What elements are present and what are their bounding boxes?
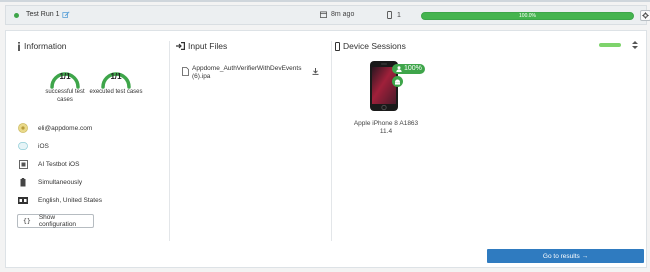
os-text: iOS <box>38 142 49 150</box>
android-badge <box>392 76 403 87</box>
device-label: Apple iPhone 8 A1863 11.4 <box>346 120 426 136</box>
device-sessions-title: Device Sessions <box>335 41 406 51</box>
user-email: eli@appdome.com <box>38 124 93 132</box>
session-status-bar <box>599 43 621 47</box>
progress-label: 100.0% <box>519 13 536 19</box>
testbot-row: AI Testbot iOS <box>18 159 79 169</box>
testbot-icon <box>18 159 28 169</box>
device-os-version: 11.4 <box>379 128 393 135</box>
elapsed-time: 8m ago <box>320 11 354 18</box>
mode-row: Simultaneously <box>18 177 82 187</box>
info-icon <box>18 41 20 51</box>
mode-text: Simultaneously <box>38 178 83 186</box>
user-row: eli@appdome.com <box>18 123 92 133</box>
os-row: iOS <box>18 141 49 151</box>
edit-icon[interactable] <box>62 11 70 19</box>
pass-percentage-badge: 100% <box>392 64 425 74</box>
language-row: English, United States <box>18 195 102 205</box>
elapsed-text: 8m ago <box>331 11 355 18</box>
braces-icon: {} <box>23 217 31 225</box>
device-name: Apple iPhone 8 A1863 <box>353 120 419 127</box>
testbot-text: AI Testbot iOS <box>38 160 80 168</box>
successful-caption: successful test cases <box>45 89 85 103</box>
device-sessions-title-text: Device Sessions <box>343 41 406 51</box>
status-indicator-icon <box>14 13 19 18</box>
successful-value: 1/1 <box>59 72 71 81</box>
pass-percentage-text: 100% <box>404 65 422 72</box>
input-file-name: Appdome_AuthVerifierWithDevEvents (6).ip… <box>192 65 302 80</box>
sort-icon[interactable] <box>632 41 638 49</box>
settings-button[interactable] <box>640 10 650 21</box>
file-icon <box>182 67 189 76</box>
top-border <box>0 0 650 2</box>
test-run-details-panel: Information 1/1 successful test cases 1/… <box>5 30 647 268</box>
mobile-icon <box>335 41 340 51</box>
show-configuration-label: Show configuration <box>38 214 77 228</box>
user-icon <box>396 66 402 72</box>
go-to-results-button[interactable]: Go to results → <box>487 249 644 263</box>
gear-icon <box>642 12 649 19</box>
column-divider <box>331 41 332 241</box>
executed-gauge: 1/1 <box>99 61 133 89</box>
information-title-text: Information <box>24 41 67 51</box>
information-title: Information <box>17 41 67 51</box>
android-icon <box>395 79 400 85</box>
os-icon <box>18 141 28 151</box>
phone-icon <box>387 11 392 19</box>
run-progress-bar: 100.0% <box>421 12 634 20</box>
language-text: English, United States <box>38 196 102 204</box>
input-files-title: Input Files <box>176 41 227 51</box>
executed-caption: executed test cases <box>89 89 143 95</box>
user-avatar-icon <box>18 123 28 133</box>
test-run-header: Test Run 1 8m ago 1 100.0% <box>5 5 650 25</box>
calendar-icon <box>320 11 327 18</box>
successful-gauge: 1/1 <box>48 61 82 89</box>
column-divider <box>169 41 170 241</box>
device-count-text: 1 <box>397 11 401 19</box>
test-run-name: Test Run 1 <box>26 11 60 18</box>
sign-in-icon <box>176 42 185 50</box>
battery-icon <box>18 177 28 187</box>
go-to-results-label: Go to results → <box>542 252 589 260</box>
device-count: 1 <box>387 11 401 19</box>
language-icon <box>18 195 28 205</box>
input-files-title-text: Input Files <box>188 41 228 51</box>
download-icon[interactable] <box>312 68 319 75</box>
show-configuration-button[interactable]: {} Show configuration <box>17 214 94 228</box>
executed-value: 1/1 <box>110 72 122 81</box>
